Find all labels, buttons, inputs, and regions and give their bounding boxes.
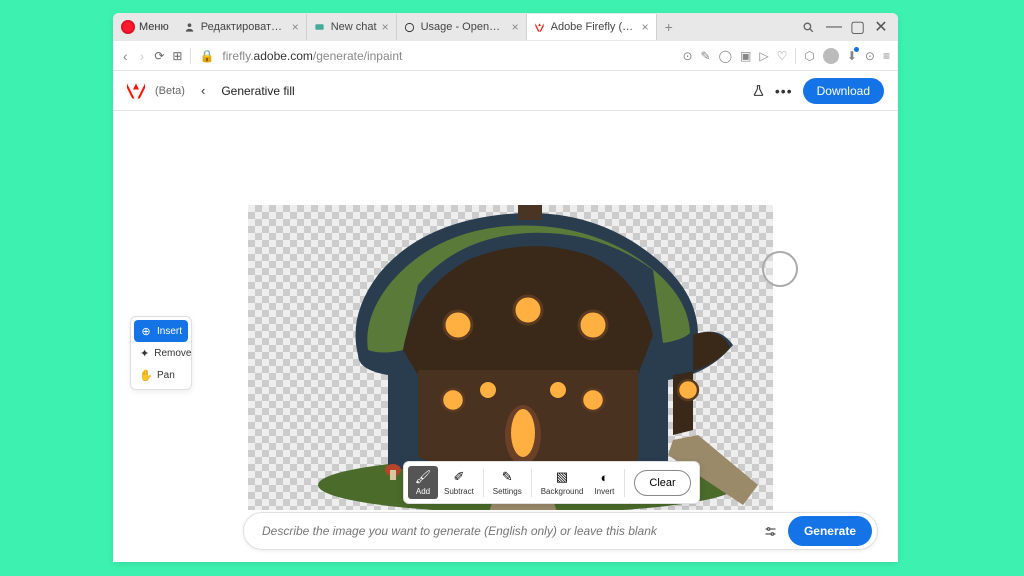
flask-icon[interactable] xyxy=(752,83,765,98)
brush-toolbar: 🖌Add ✐Subtract ✎Settings ▧Background ◐In… xyxy=(403,461,700,504)
generate-button[interactable]: Generate xyxy=(788,516,872,546)
adobe-icon xyxy=(534,21,546,33)
url-text[interactable]: firefly.adobe.com/generate/inpaint xyxy=(222,49,674,63)
apps-icon[interactable]: ⊞ xyxy=(172,49,182,63)
close-icon[interactable]: × xyxy=(292,21,299,33)
downloads-icon[interactable]: ⬇ xyxy=(847,49,857,63)
brush-background[interactable]: ▧Background xyxy=(537,466,588,499)
tool-label: Insert xyxy=(157,326,182,337)
sliders-icon[interactable] xyxy=(763,524,778,539)
tab-usage-openai[interactable]: Usage - OpenAI API × xyxy=(397,14,527,40)
invert-icon: ◐ xyxy=(596,469,612,485)
tool-label: Remove xyxy=(154,348,191,359)
clear-button[interactable]: Clear xyxy=(634,470,690,496)
opera-menu-button[interactable]: Меню xyxy=(113,13,177,41)
nav-forward-button[interactable]: › xyxy=(138,48,147,64)
heart-icon[interactable]: ♡ xyxy=(777,49,788,63)
address-bar: ‹ › ⟳ ⊞ 🔒 firefly.adobe.com/generate/inp… xyxy=(113,41,898,71)
tool-label: Pan xyxy=(157,370,175,381)
page-title: Generative fill xyxy=(221,84,294,98)
search-icon[interactable] xyxy=(802,21,816,34)
adobe-logo-icon xyxy=(127,83,145,99)
tab-new-chat[interactable]: New chat × xyxy=(307,14,397,40)
prompt-input[interactable] xyxy=(262,524,753,538)
screenshot-icon[interactable]: ▣ xyxy=(740,49,751,63)
play-icon[interactable]: ▷ xyxy=(759,49,768,63)
sidebar-icon[interactable]: ≡ xyxy=(883,49,890,63)
camera-icon[interactable]: ◯ xyxy=(719,49,732,63)
tab-adobe-firefly[interactable]: Adobe Firefly (Beta) × xyxy=(527,14,657,40)
prompt-bar: Generate xyxy=(243,512,878,550)
brush-cursor-icon xyxy=(762,251,798,287)
person-icon xyxy=(184,21,196,33)
background-icon: ▧ xyxy=(554,469,570,485)
profile-avatar[interactable] xyxy=(823,48,839,64)
brush-subtract-icon: ✐ xyxy=(451,469,467,485)
chat-icon xyxy=(314,21,326,33)
tab-label: Adobe Firefly (Beta) xyxy=(551,21,637,33)
tab-label: Usage - OpenAI API xyxy=(421,21,507,33)
close-icon[interactable]: × xyxy=(382,21,389,33)
opera-icon xyxy=(121,20,135,34)
close-icon[interactable]: × xyxy=(642,21,649,33)
canvas-area: ⊕ Insert ✦ Remove ✋ Pan 🖌Add ✐Subtract ✎… xyxy=(113,111,898,562)
settings-brush-icon: ✎ xyxy=(499,469,515,485)
close-icon[interactable]: × xyxy=(512,21,519,33)
close-window-button[interactable]: ✕ xyxy=(874,17,888,37)
lock-icon[interactable]: 🔒 xyxy=(199,49,214,63)
tool-remove[interactable]: ✦ Remove xyxy=(134,342,188,364)
download-button[interactable]: Download xyxy=(803,78,884,104)
brush-add-icon: 🖌 xyxy=(415,469,431,485)
brush-invert[interactable]: ◐Invert xyxy=(589,466,619,499)
tab-edit-post[interactable]: Редактировать запись "M × xyxy=(177,14,307,40)
tool-panel: ⊕ Insert ✦ Remove ✋ Pan xyxy=(130,316,192,390)
tab-label: New chat xyxy=(331,21,377,33)
titlebar: Меню Редактировать запись "M × New chat … xyxy=(113,13,898,41)
menu-label: Меню xyxy=(139,21,169,33)
back-chevron-icon[interactable]: ‹ xyxy=(195,83,211,98)
openai-icon xyxy=(404,21,416,33)
toggle-icon[interactable]: ⊙ xyxy=(865,49,875,63)
browser-window: Меню Редактировать запись "M × New chat … xyxy=(113,13,898,562)
cube-icon[interactable]: ⬡ xyxy=(804,49,814,63)
brush-add[interactable]: 🖌Add xyxy=(408,466,438,499)
beta-label: (Beta) xyxy=(155,85,185,97)
tool-insert[interactable]: ⊕ Insert xyxy=(134,320,188,342)
maximize-button[interactable]: ▢ xyxy=(850,17,864,37)
nav-back-button[interactable]: ‹ xyxy=(121,48,130,64)
minimize-button[interactable]: — xyxy=(826,18,840,36)
edit-icon[interactable]: ✎ xyxy=(701,49,711,63)
window-controls: — ▢ ✕ xyxy=(792,17,898,37)
reload-button[interactable]: ⟳ xyxy=(154,49,164,63)
insert-icon: ⊕ xyxy=(140,325,152,337)
tab-label: Редактировать запись "M xyxy=(201,21,287,33)
brush-subtract[interactable]: ✐Subtract xyxy=(440,466,478,499)
more-menu-icon[interactable]: ••• xyxy=(775,83,793,99)
zoom-icon[interactable]: ⊙ xyxy=(682,49,692,63)
new-tab-button[interactable]: + xyxy=(657,19,681,35)
app-header: (Beta) ‹ Generative fill ••• Download xyxy=(113,71,898,111)
remove-icon: ✦ xyxy=(140,347,149,359)
brush-settings[interactable]: ✎Settings xyxy=(489,466,526,499)
tool-pan[interactable]: ✋ Pan xyxy=(134,364,188,386)
pan-icon: ✋ xyxy=(140,369,152,381)
